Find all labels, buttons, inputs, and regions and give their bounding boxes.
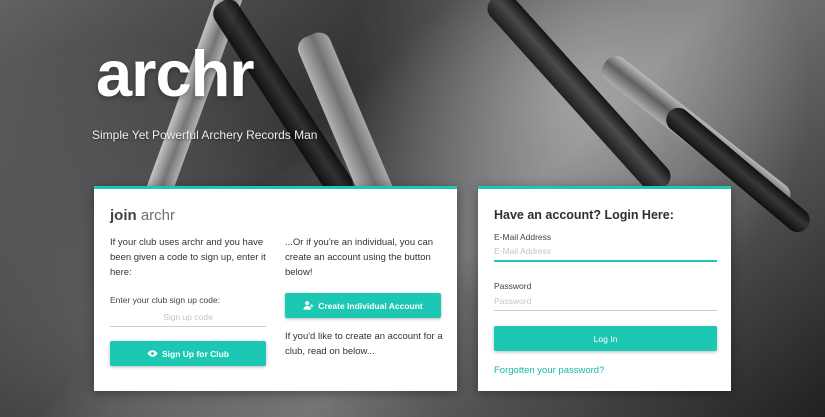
forgot-password-link[interactable]: Forgotten your password? — [494, 365, 604, 376]
email-input[interactable] — [494, 242, 717, 262]
join-title: join archr — [110, 207, 175, 224]
join-title-rest: archr — [140, 207, 176, 224]
club-code-instructions: If your club uses archr and you have bee… — [110, 237, 266, 278]
sign-up-club-label: Sign Up for Club — [161, 348, 230, 359]
password-input[interactable] — [494, 291, 717, 311]
individual-instructions: ...Or if you're an individual, you can c… — [285, 237, 434, 278]
login-title: Have an account? Login Here: — [494, 208, 674, 222]
add-user-icon — [303, 300, 314, 311]
log-in-button[interactable]: Log In — [494, 326, 717, 351]
join-panel: join archr If your club uses archr and y… — [94, 186, 457, 391]
sign-up-club-button[interactable]: Sign Up for Club — [110, 341, 266, 366]
login-panel: Have an account? Login Here: E-Mail Addr… — [478, 186, 731, 391]
brand-tagline: Simple Yet Powerful Archery Records Man — [92, 128, 318, 142]
join-title-bold: join — [110, 207, 137, 224]
club-code-input[interactable] — [110, 307, 266, 327]
password-label: Password — [494, 281, 532, 291]
email-label: E-Mail Address — [494, 232, 552, 242]
brand-logo: archr — [96, 37, 255, 110]
club-account-note: If you'd like to create an account for a… — [285, 331, 443, 357]
eye-icon — [147, 348, 158, 359]
create-individual-account-label: Create Individual Account — [318, 300, 423, 311]
club-code-label: Enter your club sign up code: — [110, 295, 221, 305]
create-individual-account-button[interactable]: Create Individual Account — [285, 293, 441, 318]
